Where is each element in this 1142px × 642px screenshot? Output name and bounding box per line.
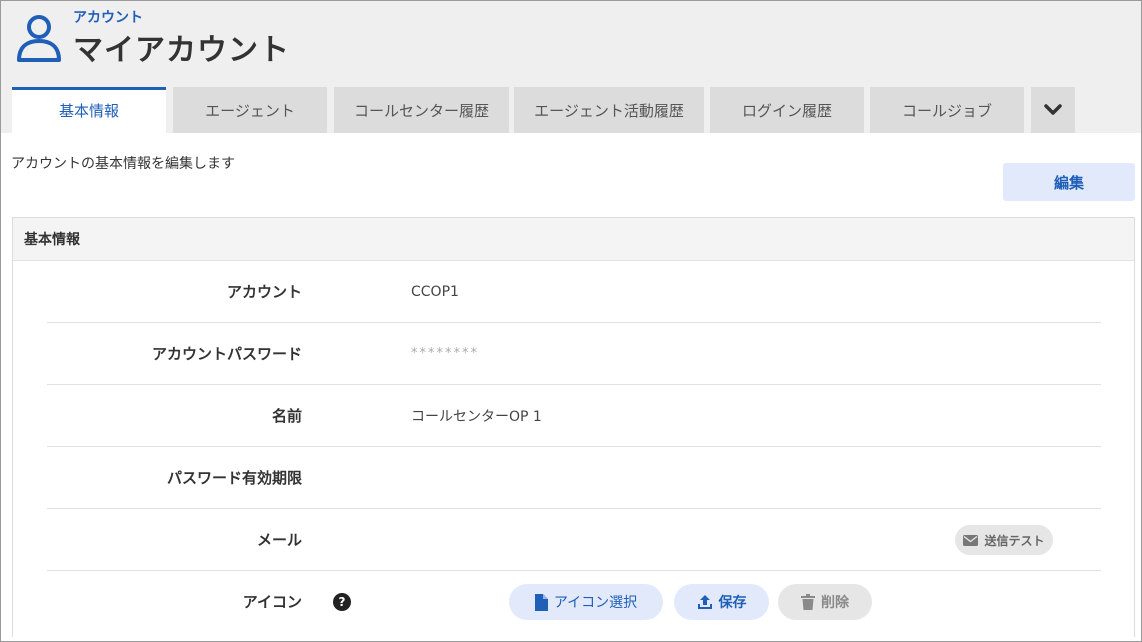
tab-agent[interactable]: エージェント: [173, 87, 327, 133]
select-icon-button[interactable]: アイコン選択: [509, 584, 663, 620]
upload-icon: [697, 595, 712, 609]
row-label: 名前: [271, 407, 302, 425]
tab-call-center-history[interactable]: コールセンター履歴: [334, 87, 509, 133]
page-header: アカウント マイアカウント 基本情報 エージェント コールセンター履歴 エージェ…: [1, 1, 1141, 133]
row-label: メール: [256, 531, 302, 549]
file-icon: [534, 593, 548, 611]
user-icon: [17, 15, 61, 62]
tab-agent-activity-history[interactable]: エージェント活動履歴: [514, 87, 704, 133]
page-description: アカウントの基本情報を編集します: [11, 156, 235, 172]
breadcrumb[interactable]: アカウント: [73, 7, 143, 27]
save-label: 保存: [718, 595, 747, 611]
row-label: アイコン: [242, 593, 302, 611]
tab-more-button[interactable]: [1031, 87, 1075, 133]
save-button[interactable]: 保存: [674, 584, 769, 620]
row-icon: アイコン ? アイコン選択 保存 削除: [47, 571, 1101, 633]
select-icon-label: アイコン選択: [553, 595, 638, 611]
send-test-label: 送信テスト: [984, 533, 1045, 548]
tab-basic-info[interactable]: 基本情報: [12, 87, 166, 133]
row-email: メール 送信テスト: [47, 509, 1101, 571]
help-icon[interactable]: ?: [333, 593, 351, 611]
basic-info-panel: 基本情報 アカウント CCOP1 アカウントパスワード ******** 名前 …: [12, 217, 1135, 637]
row-account-password: アカウントパスワード ********: [47, 323, 1101, 385]
row-password-expiry: パスワード有効期限: [47, 447, 1101, 509]
panel-title: 基本情報: [13, 218, 1134, 261]
row-name: 名前 コールセンターOP 1: [47, 385, 1101, 447]
tab-login-history[interactable]: ログイン履歴: [710, 87, 864, 133]
send-test-button[interactable]: 送信テスト: [955, 525, 1053, 555]
delete-label: 削除: [821, 595, 849, 611]
row-label: アカウント: [226, 283, 302, 301]
password-value: ********: [411, 346, 479, 361]
delete-button[interactable]: 削除: [778, 584, 872, 620]
envelope-icon: [963, 534, 979, 546]
row-account: アカウント CCOP1: [47, 261, 1101, 323]
trash-icon: [801, 594, 815, 610]
row-label: アカウントパスワード: [151, 345, 302, 363]
row-label: パスワード有効期限: [166, 469, 302, 487]
tab-call-job[interactable]: コールジョブ: [870, 87, 1024, 133]
edit-button[interactable]: 編集: [1003, 163, 1135, 201]
chevron-down-icon: [1044, 104, 1062, 115]
page-title: マイアカウント: [73, 33, 290, 68]
name-value: コールセンターOP 1: [411, 408, 542, 425]
account-value: CCOP1: [411, 283, 459, 300]
